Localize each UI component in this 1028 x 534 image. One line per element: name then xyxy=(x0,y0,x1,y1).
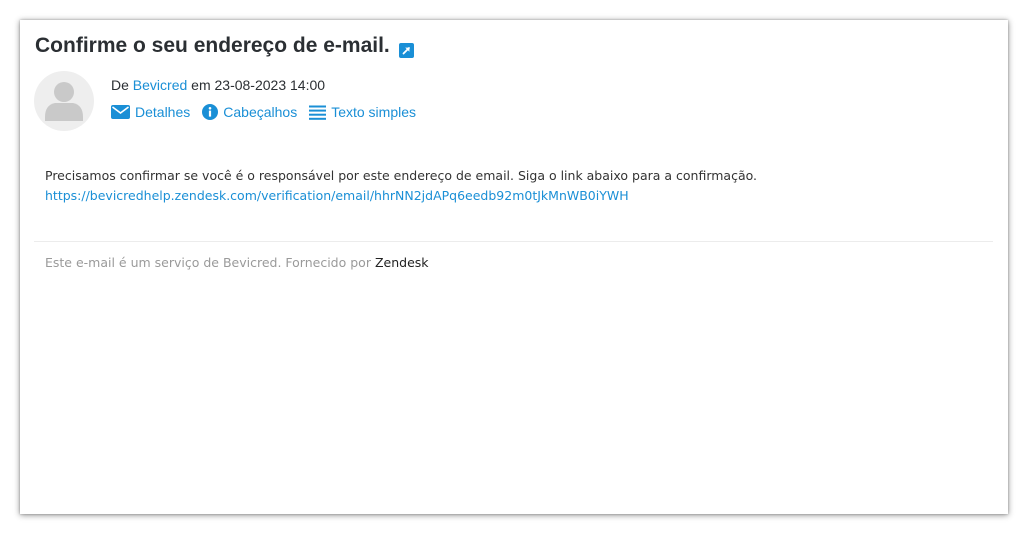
headers-label: Cabeçalhos xyxy=(223,104,298,120)
sender-avatar xyxy=(34,71,94,131)
external-link-icon[interactable] xyxy=(398,40,414,58)
headers-button[interactable]: Cabeçalhos xyxy=(202,104,297,120)
from-line: De Bevicred em 23-08-2023 14:00 xyxy=(111,77,325,93)
footer-text: Este e-mail é um serviço de Bevicred. Fo… xyxy=(45,255,371,270)
date-prefix: em xyxy=(191,77,211,93)
from-prefix: De xyxy=(111,77,129,93)
footer-brand: Zendesk xyxy=(374,255,429,270)
subject-text: Confirme o seu endereço de e-mail. xyxy=(35,34,390,57)
info-icon xyxy=(202,104,219,120)
body-message: Precisamos confirmar se você é o respons… xyxy=(45,168,758,183)
plain-text-button[interactable]: Texto simples xyxy=(309,104,416,120)
user-avatar-icon xyxy=(45,82,83,121)
email-datetime: 23-08-2023 14:00 xyxy=(214,77,326,93)
sender-link[interactable]: Bevicred xyxy=(133,77,187,93)
details-button[interactable]: Detalhes xyxy=(111,104,190,120)
plain-text-label: Texto simples xyxy=(331,104,417,120)
verification-link[interactable]: https://bevicredhelp.zendesk.com/verific… xyxy=(45,188,629,203)
email-actions: Detalhes Cabeçalhos Texto simples xyxy=(111,104,428,120)
email-body: Precisamos confirmar se você é o respons… xyxy=(45,166,985,206)
envelope-icon xyxy=(111,105,130,119)
details-label: Detalhes xyxy=(135,104,191,120)
email-viewer: Confirme o seu endereço de e-mail. De Be… xyxy=(20,20,1008,514)
divider xyxy=(34,241,993,242)
list-icon xyxy=(309,105,327,120)
email-subject: Confirme o seu endereço de e-mail. xyxy=(35,34,414,58)
email-footer: Este e-mail é um serviço de Bevicred. Fo… xyxy=(45,255,429,270)
